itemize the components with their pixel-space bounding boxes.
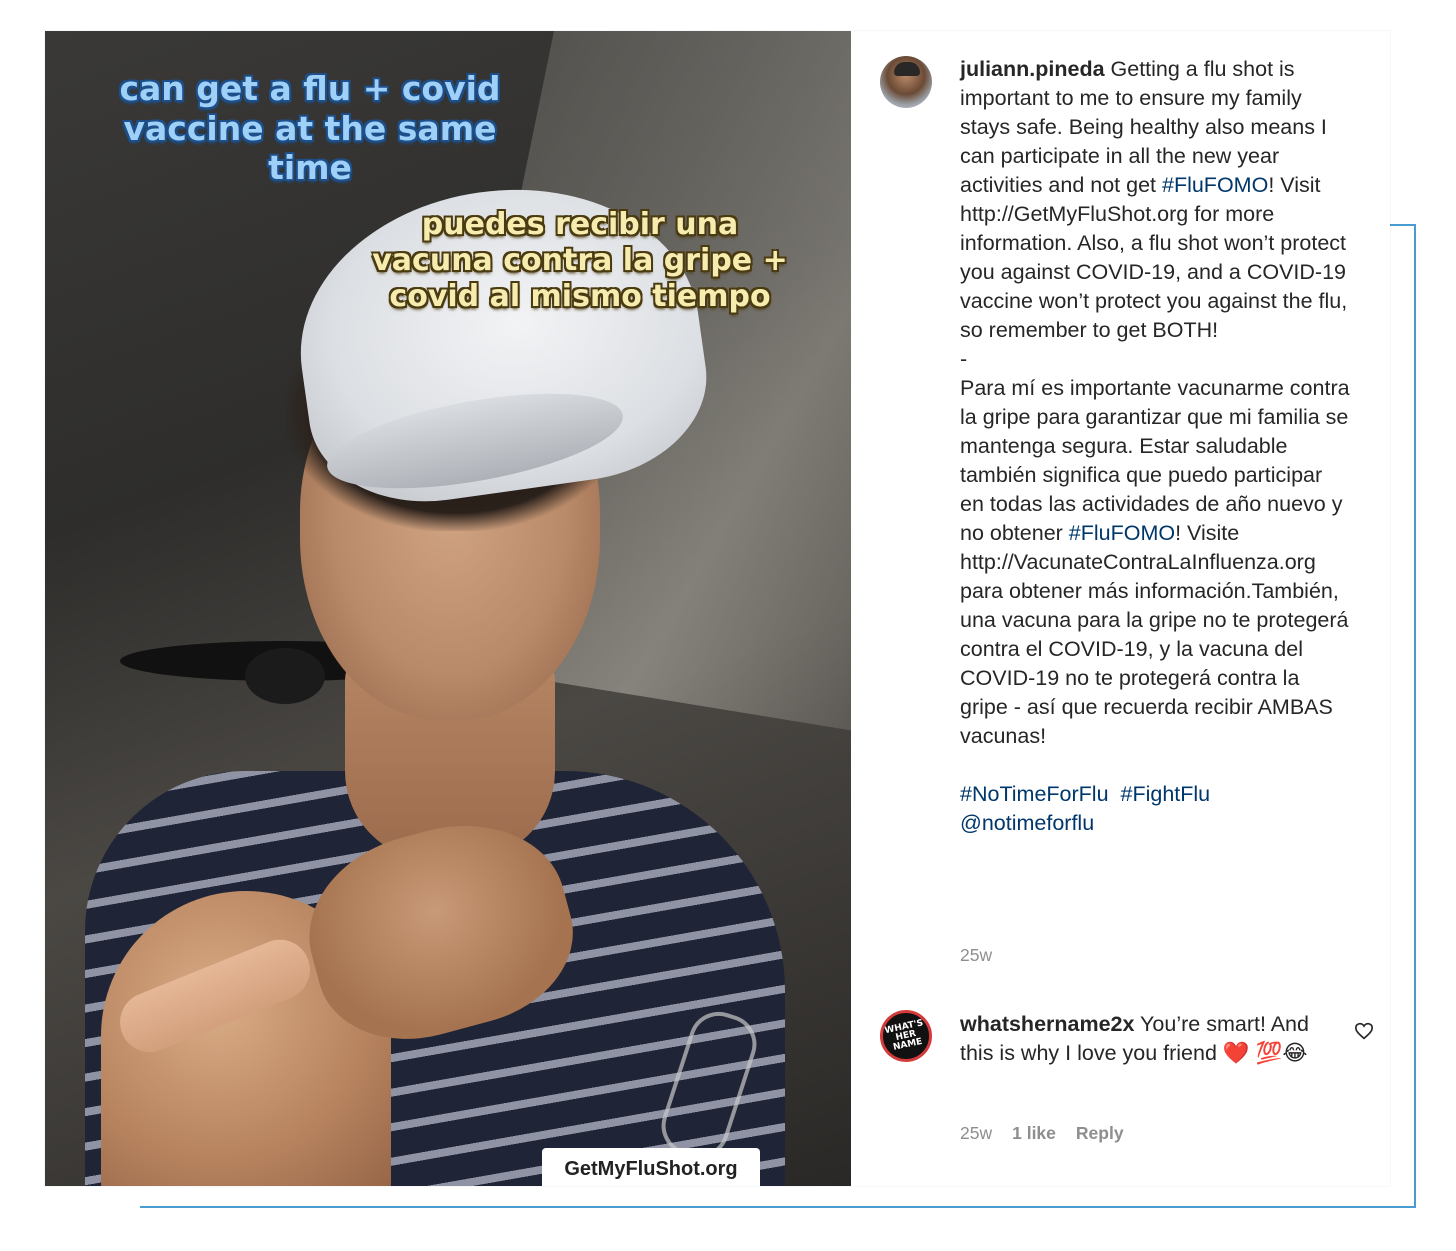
caption-english-part2: ! Visit http://GetMyFluShot.org for more… <box>960 173 1348 342</box>
mention-notimeforflu[interactable]: @notimeforflu <box>960 811 1094 835</box>
comment-text: whatshername2x You’re smart! And this is… <box>960 1010 1320 1068</box>
avatar-hat <box>894 62 920 76</box>
caption-separator: - <box>960 347 968 371</box>
comments-panel: juliann.pineda Getting a flu shot is imp… <box>851 31 1390 1186</box>
post-card: can get a flu + covid vaccine at the sam… <box>45 31 1390 1186</box>
hashtag-fightflu[interactable]: #FightFlu <box>1121 782 1211 806</box>
commenter-username[interactable]: whatshername2x <box>960 1012 1134 1036</box>
commenter-avatar-text: WHAT'S HER NAME <box>883 1017 925 1053</box>
overlay-text-english: can get a flu + covid vaccine at the sam… <box>119 69 501 188</box>
overlay-text-spanish: puedes recibir una vacuna contra la grip… <box>372 207 788 314</box>
post-caption: juliann.pineda Getting a flu shot is imp… <box>960 55 1352 838</box>
commenter-avatar[interactable]: WHAT'S HER NAME <box>880 1010 932 1062</box>
hashtag-notimeforflu[interactable]: #NoTimeForFlu <box>960 782 1109 806</box>
comment-likes[interactable]: 1 like <box>1012 1123 1056 1144</box>
author-username[interactable]: juliann.pineda <box>960 57 1105 81</box>
hashtag-flufomo-es[interactable]: #FluFOMO <box>1069 521 1175 545</box>
caption-spanish-part1: Para mí es importante vacunarme contra l… <box>960 376 1350 545</box>
heart-icon[interactable] <box>1354 1022 1374 1040</box>
caption-spanish-part2: ! Visite http://VacunateContraLaInfluenz… <box>960 521 1349 748</box>
post-photo[interactable]: can get a flu + covid vaccine at the sam… <box>45 31 851 1186</box>
comment-timestamp[interactable]: 25w <box>960 1123 992 1144</box>
watermark-label: GetMyFluShot.org <box>542 1148 760 1186</box>
post-timestamp[interactable]: 25w <box>960 945 992 966</box>
hashtag-flufomo[interactable]: #FluFOMO <box>1162 173 1268 197</box>
author-avatar[interactable] <box>880 56 932 108</box>
comment-meta: 25w 1 like Reply <box>960 1123 1124 1144</box>
reply-button[interactable]: Reply <box>1076 1123 1124 1144</box>
